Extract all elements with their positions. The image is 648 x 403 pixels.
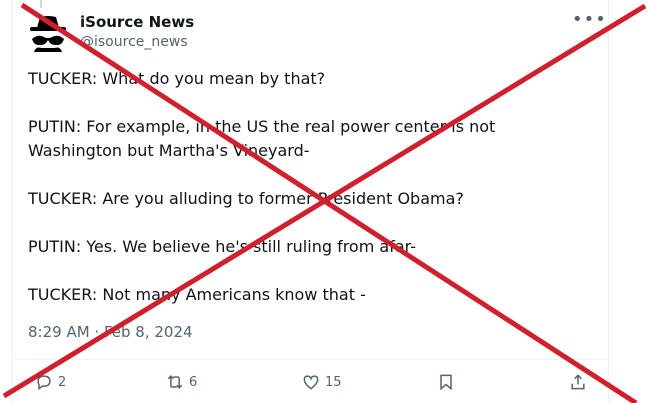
more-icon[interactable]: ••• bbox=[572, 10, 607, 30]
like-count: 15 bbox=[325, 374, 342, 390]
tweet-text: TUCKER: What do you mean by that? PUTIN:… bbox=[28, 67, 588, 331]
thread-line bbox=[40, 0, 42, 8]
repost-button[interactable]: 6 bbox=[165, 372, 197, 392]
repost-icon bbox=[167, 375, 183, 389]
reply-icon bbox=[37, 375, 51, 391]
share-button[interactable] bbox=[568, 372, 588, 392]
tweet-timestamp[interactable]: 8:29 AM · Feb 8, 2024 bbox=[28, 322, 193, 342]
share-icon bbox=[571, 374, 585, 390]
spy-avatar-icon[interactable] bbox=[28, 12, 68, 52]
divider bbox=[12, 359, 609, 360]
reply-button[interactable]: 2 bbox=[34, 372, 66, 392]
tweet-line: TUCKER: What do you mean by that? bbox=[28, 69, 326, 88]
reply-count: 2 bbox=[58, 374, 67, 390]
account-handle[interactable]: @isource_news bbox=[80, 33, 188, 51]
tweet-line: TUCKER: Are you alluding to former Presi… bbox=[28, 189, 464, 208]
bookmark-icon bbox=[440, 374, 452, 391]
repost-count: 6 bbox=[189, 374, 198, 390]
tweet-line: TUCKER: Not many Americans know that - bbox=[28, 285, 366, 304]
bookmark-button[interactable] bbox=[436, 372, 456, 392]
like-icon bbox=[303, 375, 319, 390]
account-name[interactable]: iSource News bbox=[80, 12, 194, 32]
like-button[interactable]: 15 bbox=[301, 372, 342, 392]
tweet-line: PUTIN: For example, in the US the real p… bbox=[28, 117, 496, 160]
tweet-line: PUTIN: Yes. We believe he's still ruling… bbox=[28, 237, 416, 256]
